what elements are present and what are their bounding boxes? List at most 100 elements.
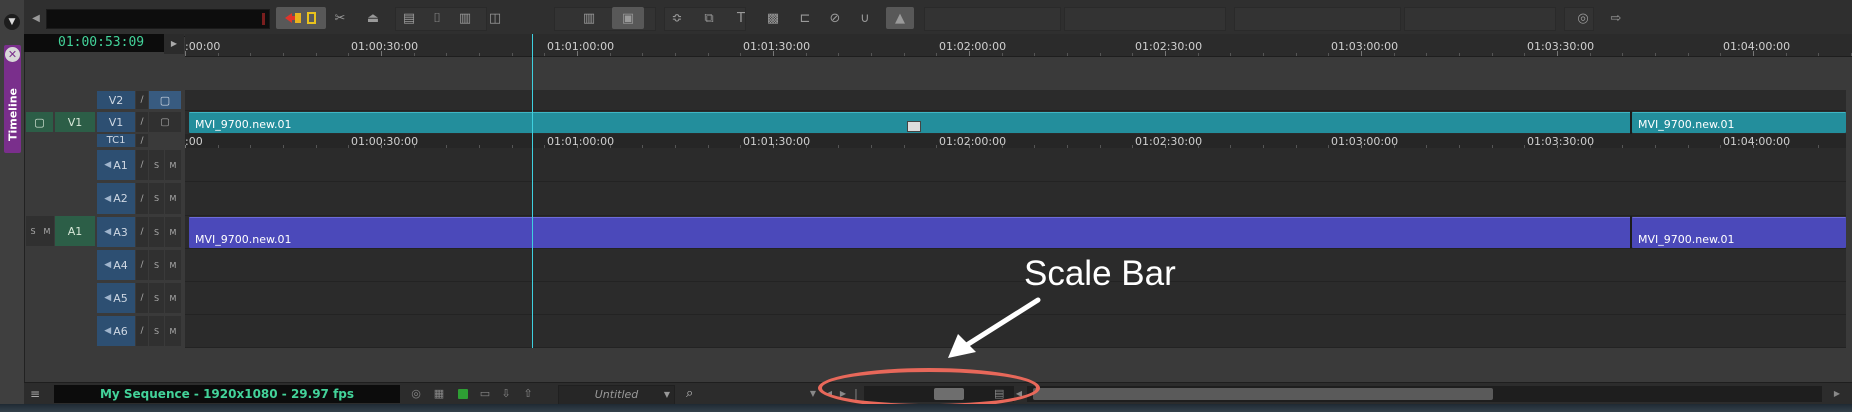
solo-button[interactable]: S: [149, 217, 164, 247]
timeline-scroll-bar[interactable]: [1027, 386, 1822, 402]
track-sync-lock-icon[interactable]: /: [136, 217, 148, 247]
position-indicator[interactable]: [532, 34, 533, 348]
ruler-tick: [1295, 53, 1297, 56]
track-row-a2[interactable]: [185, 182, 1846, 216]
ripple-icon[interactable]: ⌷: [426, 7, 448, 29]
solo-button[interactable]: S: [149, 150, 164, 180]
lift-icon[interactable]: ⏏: [362, 7, 384, 29]
fast-menu-icon[interactable]: ▼: [4, 14, 20, 30]
track-header-a2[interactable]: ◀ A2: [97, 183, 135, 214]
track-header-a4[interactable]: ◀ A4: [97, 250, 135, 280]
mute-button[interactable]: M: [165, 283, 181, 313]
video-clip[interactable]: MVI_9700.new.01: [1632, 112, 1846, 133]
source-solo-button[interactable]: S: [26, 216, 40, 246]
slip-icon[interactable]: ◫: [482, 7, 508, 29]
bezier-icon[interactable]: ∪: [854, 7, 876, 29]
render-icon[interactable]: ▥: [578, 7, 600, 29]
video-quality-icon[interactable]: [458, 389, 468, 399]
track-row-a1[interactable]: [185, 149, 1846, 182]
close-icon[interactable]: ✕: [5, 47, 20, 62]
effect-marker-icon[interactable]: [907, 121, 921, 132]
track-header-v1[interactable]: V1: [97, 112, 135, 132]
track-sync-lock-icon[interactable]: /: [136, 283, 148, 313]
segment-mode-group[interactable]: [276, 7, 326, 29]
video-clip[interactable]: MVI_9700.new.01: [189, 112, 1632, 133]
audio-clip[interactable]: MVI_9700.new.01: [1632, 217, 1846, 248]
toggle-source-record-icon[interactable]: ▦: [430, 386, 448, 402]
timecode-track[interactable]: :00 01:00:30:00 01:01:00:00 01:01:30:00 01:0…: [185, 134, 1846, 148]
track-header-a6[interactable]: ◀ A6: [97, 316, 135, 346]
ruler-tick: [1361, 51, 1362, 56]
track-header-a3[interactable]: ◀ A3: [97, 217, 135, 247]
timeline-tab[interactable]: ✕ Timeline: [4, 45, 21, 153]
cancel-icon[interactable]: ⊘: [824, 7, 846, 29]
motion-icon[interactable]: ⧉: [698, 7, 720, 29]
down-arrow-icon[interactable]: ⇩: [498, 386, 514, 402]
record-icon[interactable]: ◎: [408, 386, 424, 402]
mask-icon[interactable]: ▩: [762, 7, 784, 29]
source-monitor-v1-icon[interactable]: ▢: [26, 112, 53, 132]
ruler-tick: [1720, 145, 1722, 148]
track-sync-lock-icon[interactable]: /: [136, 112, 148, 132]
export-icon[interactable]: ⇨: [1602, 7, 1630, 29]
timecode-menu-arrow-icon[interactable]: ▶: [164, 34, 184, 54]
keyframe-icon[interactable]: ⊏: [794, 7, 816, 29]
track-header-tc1[interactable]: TC1: [97, 134, 135, 147]
scroll-bar-thumb[interactable]: [1033, 388, 1493, 400]
ruler-tick: [740, 145, 742, 148]
track-sync-lock-icon[interactable]: /: [136, 250, 148, 280]
hamburger-menu-icon[interactable]: ≡: [30, 387, 46, 401]
audio-clip[interactable]: MVI_9700.new.01: [189, 217, 1632, 248]
solo-button[interactable]: S: [149, 183, 164, 214]
chevron-down-icon[interactable]: ▼: [808, 386, 818, 402]
chevron-down-icon: ▼: [663, 390, 670, 399]
source-track-v1[interactable]: V1: [55, 112, 95, 132]
track-row-a4[interactable]: [185, 249, 1846, 282]
scroll-right-icon[interactable]: ▶: [1830, 386, 1844, 402]
track-row-v1[interactable]: MVI_9700.new.01 MVI_9700.new.01: [185, 111, 1846, 135]
mute-button[interactable]: M: [165, 183, 181, 214]
adjust-icon[interactable]: ≎: [666, 7, 688, 29]
monitor-icon[interactable]: ▭: [476, 386, 494, 402]
titler-icon[interactable]: T: [730, 7, 752, 29]
mute-button[interactable]: M: [165, 217, 181, 247]
track-monitor-icon[interactable]: ▢: [149, 112, 181, 132]
mute-button[interactable]: M: [165, 316, 181, 346]
track-sync-lock-icon[interactable]: /: [136, 183, 148, 214]
trim-icon[interactable]: ✂: [329, 7, 351, 29]
ruler-tick: [577, 145, 578, 148]
lift-overwrite-segment-icon[interactable]: [282, 10, 304, 26]
smooth-icon[interactable]: ▲: [886, 7, 914, 29]
track-row-a3[interactable]: MVI_9700.new.01 MVI_9700.new.01: [185, 216, 1846, 249]
track-header-a5[interactable]: ◀ A5: [97, 283, 135, 313]
back-icon[interactable]: ◀: [28, 7, 44, 29]
overwrite-icon[interactable]: ▤: [398, 7, 420, 29]
ruler-tick: [1067, 145, 1068, 148]
source-track-a1[interactable]: A1: [55, 216, 95, 246]
track-sync-lock-icon[interactable]: /: [136, 134, 148, 147]
timeline-display-field[interactable]: [46, 9, 270, 29]
track-sync-lock-icon[interactable]: /: [136, 316, 148, 346]
source-mute-button[interactable]: M: [40, 216, 54, 246]
solo-button[interactable]: S: [149, 250, 164, 280]
splice-icon[interactable]: ▥: [454, 7, 476, 29]
track-sync-lock-icon[interactable]: /: [136, 150, 148, 180]
ruler-tick: [969, 145, 970, 148]
solo-button[interactable]: S: [149, 316, 164, 346]
track-sync-lock-icon[interactable]: /: [136, 91, 148, 109]
master-timecode[interactable]: 01:00:53:09: [24, 34, 184, 52]
search-icon[interactable]: ⌕: [686, 386, 702, 402]
track-monitor-icon[interactable]: ▢: [149, 91, 181, 109]
track-row-v2[interactable]: [185, 90, 1846, 111]
record-icon[interactable]: ◎: [1572, 7, 1594, 29]
mute-button[interactable]: M: [165, 250, 181, 280]
solo-button[interactable]: S: [149, 283, 164, 313]
track-header-v2[interactable]: V2: [97, 91, 135, 109]
extract-splice-segment-icon[interactable]: [304, 10, 320, 26]
effects-mode-icon[interactable]: ▣: [612, 7, 644, 29]
mute-button[interactable]: M: [165, 150, 181, 180]
time-ruler[interactable]: :00:00 01:00:30:00 01:01:00:00 01:01:30:00 0…: [185, 34, 1852, 57]
up-arrow-icon[interactable]: ⇧: [520, 386, 536, 402]
bin-selector[interactable]: Untitled ▼: [558, 385, 675, 404]
track-header-a1[interactable]: ◀ A1: [97, 150, 135, 180]
